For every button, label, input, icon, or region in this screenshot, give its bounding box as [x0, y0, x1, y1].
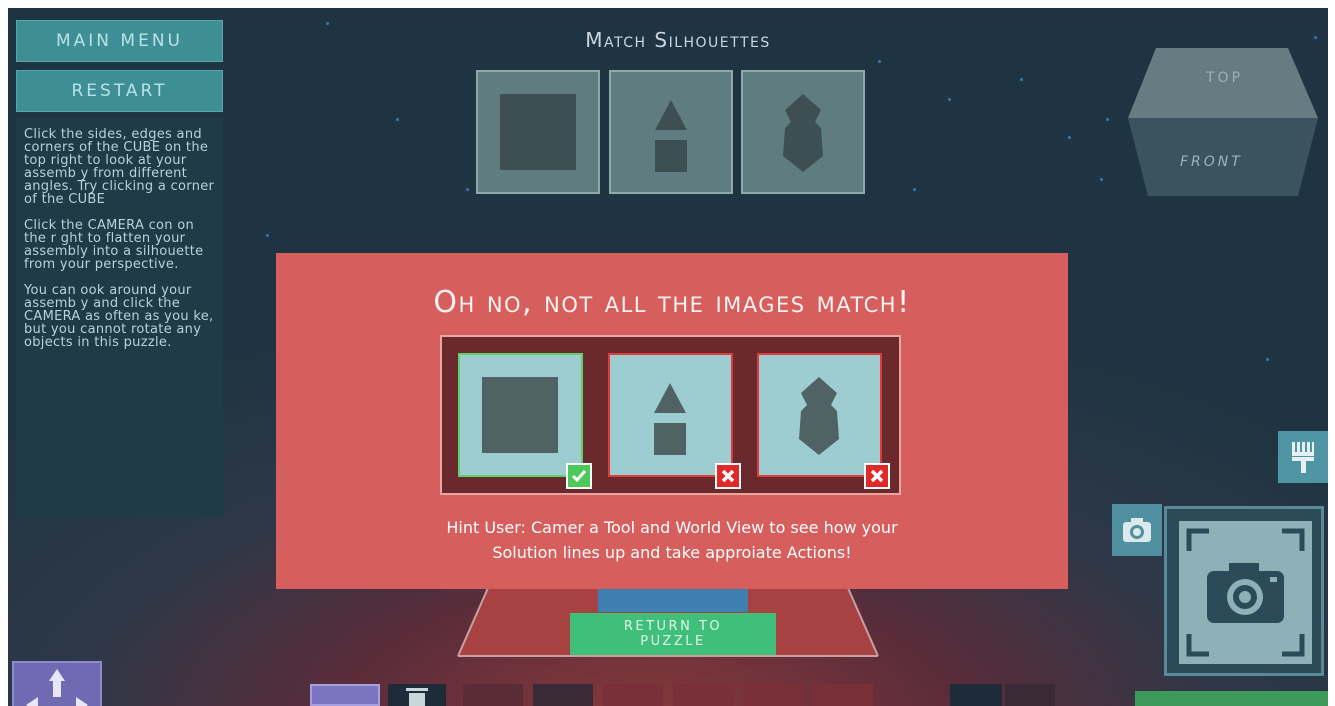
- view-cube[interactable]: TOP FRONT: [1128, 48, 1318, 198]
- target-silhouette-hexagon: [741, 70, 865, 194]
- dialog-title: Oh no, not all the images match!: [433, 285, 911, 320]
- star: [1100, 178, 1103, 181]
- mismatch-x-icon: [864, 463, 890, 489]
- star: [1068, 136, 1071, 139]
- paint-tool-button[interactable]: [1278, 431, 1328, 483]
- toolbar-shape-slot[interactable]: [463, 684, 523, 706]
- star: [466, 188, 469, 191]
- hint-line: Hint User: Camer a Tool and World View t…: [446, 518, 898, 537]
- camera-icon: [1186, 528, 1305, 657]
- result-tile-hexagon: [757, 353, 882, 477]
- paint-brush-icon: [1292, 442, 1314, 473]
- star: [396, 118, 399, 121]
- game-stage: MAIN MENU RESTART Click the sides, edges…: [8, 8, 1328, 706]
- toolbar-delete-button[interactable]: [388, 684, 446, 706]
- return-to-puzzle-button[interactable]: RETURN TO PUZZLE: [570, 613, 776, 655]
- star: [266, 234, 269, 237]
- toolbar-shape-slot[interactable]: [533, 684, 593, 706]
- cube-top-face[interactable]: TOP: [1206, 70, 1243, 86]
- submit-button[interactable]: [1135, 691, 1328, 706]
- move-tool-button[interactable]: [12, 661, 102, 706]
- toolbar-extra-slot[interactable]: [950, 684, 1002, 706]
- return-label-line: PUZZLE: [640, 634, 706, 649]
- star: [1106, 118, 1109, 121]
- target-silhouette-triangle-square: [609, 70, 733, 194]
- star: [913, 188, 916, 191]
- camera-viewfinder[interactable]: [1179, 521, 1312, 664]
- camera-capture-panel[interactable]: [1164, 506, 1324, 676]
- toolbar-extra-slot[interactable]: [1005, 684, 1055, 706]
- move-arrows-icon: [26, 669, 88, 706]
- return-label-line: RETURN TO: [623, 619, 723, 634]
- triangle-square-shape: [654, 383, 686, 455]
- star: [1266, 358, 1269, 361]
- hint-line: Solution lines up and take approiate Act…: [492, 543, 852, 562]
- camera-icon: [1123, 518, 1151, 542]
- square-shape: [482, 377, 558, 453]
- toolbar-shape-slot[interactable]: [743, 684, 803, 706]
- instruction-paragraph: Click the CAMERA con on the r ght to fla…: [24, 218, 204, 272]
- star: [326, 22, 329, 25]
- restart-button[interactable]: RESTART: [16, 70, 223, 112]
- trash-icon: [406, 688, 428, 706]
- result-tile-triangle-square: [608, 353, 733, 477]
- instruction-paragraph: You can ook around your assemb y and cli…: [24, 283, 214, 350]
- toolbar-shape-slot[interactable]: [603, 684, 663, 706]
- match-check-icon: [566, 463, 592, 489]
- star: [878, 60, 881, 63]
- comparison-panel: [440, 335, 901, 495]
- hint-text: Hint User: Camer a Tool and World View t…: [276, 515, 1068, 565]
- camera-tool-small-button[interactable]: [1112, 504, 1162, 556]
- toolbar-select-button[interactable]: [310, 684, 380, 706]
- hexagon-shape: [783, 94, 823, 172]
- result-dialog: Oh no, not all the images match! Hint Us…: [276, 253, 1068, 589]
- star: [1314, 36, 1317, 39]
- star: [948, 98, 951, 101]
- target-silhouette-square: [476, 70, 600, 194]
- star: [1020, 78, 1023, 81]
- square-shape: [500, 94, 576, 170]
- instructions-panel: Click the sides, edges and corners of th…: [16, 118, 223, 518]
- instruction-paragraph: Click the sides, edges and corners of th…: [24, 127, 215, 207]
- toolbar-shape-slot[interactable]: [673, 684, 733, 706]
- cube-front-face[interactable]: FRONT: [1180, 154, 1243, 170]
- result-tile-square: [458, 353, 583, 477]
- triangle-square-shape: [655, 100, 687, 172]
- main-menu-button[interactable]: MAIN MENU: [16, 20, 223, 62]
- mismatch-x-icon: [715, 463, 741, 489]
- hexagon-shape: [799, 377, 839, 455]
- toolbar-shape-slot[interactable]: [813, 684, 873, 706]
- puzzle-title: Match Silhouettes: [585, 28, 771, 52]
